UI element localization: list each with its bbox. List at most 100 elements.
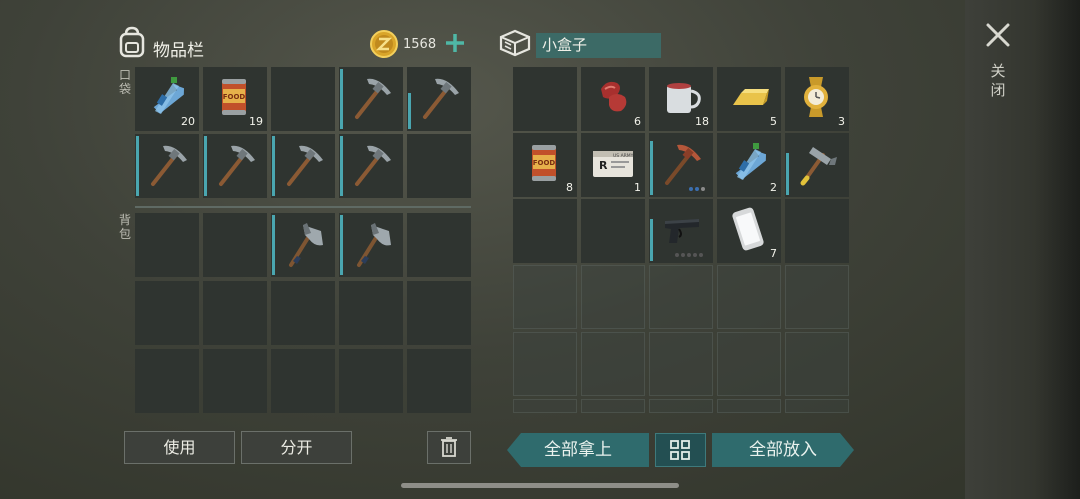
water-bottle-icon [735, 143, 767, 180]
locked-slot [649, 332, 713, 396]
empty-slot[interactable] [135, 281, 199, 345]
pickaxe-icon [423, 78, 459, 119]
durability-bar [340, 215, 343, 275]
close-label[interactable]: 关闭 [988, 62, 1008, 100]
slot-food-can[interactable]: FOOD 19 [203, 67, 267, 131]
box-icon [499, 29, 531, 57]
item-quantity: 20 [181, 115, 195, 128]
pocket-label: 口袋 [119, 68, 132, 96]
pickaxe-icon [151, 145, 187, 186]
item-quantity: 3 [838, 115, 845, 128]
slot-smartphone[interactable]: 7 [717, 199, 781, 263]
empty-slot[interactable] [513, 67, 577, 131]
svg-text:FOOD: FOOD [533, 159, 556, 167]
army-id-card-icon: R US ARMY [593, 151, 634, 177]
pickaxe-icon [355, 145, 391, 186]
slot-mug[interactable]: 18 [649, 67, 713, 131]
item-quantity: 1 [634, 181, 641, 194]
empty-slot[interactable] [203, 349, 267, 413]
split-button[interactable]: 分开 [241, 431, 352, 464]
empty-slot[interactable] [271, 67, 335, 131]
locked-slot [581, 399, 645, 413]
backpack-label: 背包 [119, 213, 132, 241]
smartphone-icon [732, 207, 764, 251]
locked-slot [717, 399, 781, 413]
empty-slot[interactable] [135, 213, 199, 277]
empty-slot[interactable] [339, 281, 403, 345]
use-button[interactable]: 使用 [124, 431, 235, 464]
put-all-button[interactable]: 全部放入 [712, 433, 854, 467]
grid-sort-icon [670, 440, 690, 460]
slot-pickaxe[interactable] [135, 134, 199, 198]
durability-bar [136, 136, 139, 196]
locked-slot [649, 399, 713, 413]
inventory-title: 物品栏 [153, 41, 204, 61]
hammer-icon [800, 147, 837, 186]
empty-slot[interactable] [513, 199, 577, 263]
ammo-dots [689, 187, 705, 191]
empty-slot[interactable] [271, 349, 335, 413]
empty-slot[interactable] [407, 213, 471, 277]
slot-pickaxe[interactable] [407, 67, 471, 131]
locked-slot [717, 265, 781, 329]
slot-red-pickaxe[interactable] [649, 133, 713, 197]
slot-water-bottle[interactable]: 20 [135, 67, 199, 131]
hatchet-icon [357, 223, 391, 267]
container-title: 小盒子 [536, 33, 661, 58]
trash-icon [441, 437, 457, 457]
card-text: US ARMY [613, 153, 634, 159]
durability-bar [272, 136, 275, 196]
hatchet-icon [289, 223, 323, 267]
durability-bar [204, 136, 207, 196]
item-quantity: 7 [770, 247, 777, 260]
coin-balance: 1568 [403, 37, 437, 52]
raw-meat-icon [601, 81, 627, 112]
empty-slot[interactable] [407, 281, 471, 345]
slot-pickaxe[interactable] [339, 134, 403, 198]
empty-slot[interactable] [581, 199, 645, 263]
slot-hatchet[interactable] [339, 213, 403, 277]
discard-button[interactable] [427, 431, 471, 464]
slot-pistol[interactable] [649, 199, 713, 263]
locked-slot [785, 265, 849, 329]
empty-slot[interactable] [407, 134, 471, 198]
slot-food-can[interactable]: FOOD 8 [513, 133, 577, 197]
add-coins-button[interactable] [443, 31, 467, 55]
coin-icon [370, 30, 398, 58]
locked-slot [649, 265, 713, 329]
empty-slot[interactable] [339, 349, 403, 413]
slot-pickaxe[interactable] [203, 134, 267, 198]
slot-gold-watch[interactable]: 3 [785, 67, 849, 131]
sort-button[interactable] [655, 433, 706, 467]
gold-bar-icon [733, 89, 769, 105]
take-all-button[interactable]: 全部拿上 [507, 433, 649, 467]
slot-gold-bar[interactable]: 5 [717, 67, 781, 131]
item-quantity: 5 [770, 115, 777, 128]
durability-bar [408, 93, 411, 129]
gold-watch-icon [804, 77, 828, 117]
backpack-icon [119, 26, 145, 58]
slot-raw-meat[interactable]: 6 [581, 67, 645, 131]
locked-slot [513, 332, 577, 396]
durability-bar [340, 69, 343, 129]
slot-hammer[interactable] [785, 133, 849, 197]
slot-pickaxe[interactable] [339, 67, 403, 131]
durability-bar [650, 219, 653, 261]
empty-slot[interactable] [785, 199, 849, 263]
pickaxe-icon [355, 78, 391, 119]
slot-pickaxe[interactable] [271, 134, 335, 198]
empty-slot[interactable] [203, 213, 267, 277]
locked-slot [581, 332, 645, 396]
close-icon[interactable] [985, 22, 1011, 48]
item-quantity: 2 [770, 181, 777, 194]
svg-text:FOOD: FOOD [223, 93, 246, 101]
empty-slot[interactable] [271, 281, 335, 345]
empty-slot[interactable] [135, 349, 199, 413]
item-quantity: 6 [634, 115, 641, 128]
durability-bar [786, 153, 789, 195]
slot-water-bottle[interactable]: 2 [717, 133, 781, 197]
empty-slot[interactable] [407, 349, 471, 413]
slot-army-id-card[interactable]: R US ARMY 1 [581, 133, 645, 197]
empty-slot[interactable] [203, 281, 267, 345]
slot-hatchet[interactable] [271, 213, 335, 277]
